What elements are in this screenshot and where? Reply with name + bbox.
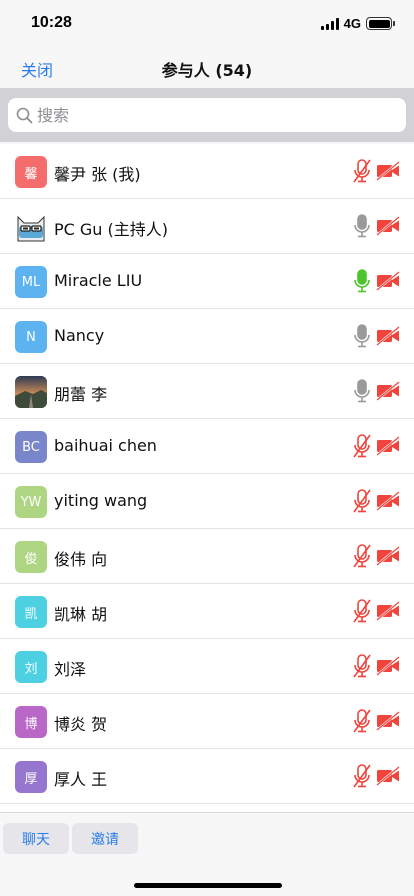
participant-name: 俊伟 向 <box>54 550 108 569</box>
avatar: 博 <box>15 706 47 738</box>
navigation-bar: 关闭 参与人 (54) <box>0 48 414 88</box>
video-off-icon[interactable] <box>376 271 400 291</box>
video-off-icon[interactable] <box>376 656 400 676</box>
participant-row[interactable]: YW yiting wang <box>0 474 414 529</box>
participant-row[interactable]: 凯凯琳 胡 <box>0 584 414 639</box>
mic-active-icon[interactable] <box>351 268 373 294</box>
video-off-icon[interactable] <box>376 601 400 621</box>
mic-muted-icon[interactable] <box>351 543 373 569</box>
participant-name: Nancy <box>54 326 105 345</box>
battery-icon <box>366 17 395 30</box>
participant-name: baihuai chen <box>54 436 157 455</box>
participant-name: 厚人 王 <box>54 770 108 789</box>
cellular-signal-icon <box>320 17 339 30</box>
participant-row[interactable]: 刘刘泽 <box>0 639 414 694</box>
search-bar <box>0 88 414 142</box>
participant-row[interactable]: 博博炎 贺 <box>0 694 414 749</box>
home-indicator <box>134 883 282 888</box>
status-icons: 4G <box>320 16 395 31</box>
participant-row[interactable]: 俊俊伟 向 <box>0 529 414 584</box>
participant-row[interactable]: 朋蕾 李 <box>0 364 414 419</box>
network-type: 4G <box>343 16 361 31</box>
search-field[interactable] <box>8 98 406 132</box>
close-button[interactable]: 关闭 <box>21 57 53 81</box>
mic-muted-icon[interactable] <box>351 433 373 459</box>
participant-name: 博炎 贺 <box>54 715 108 734</box>
mic-muted-icon[interactable] <box>351 708 373 734</box>
mic-icon[interactable] <box>351 323 373 349</box>
participant-row[interactable]: N Nancy <box>0 309 414 364</box>
video-off-icon[interactable] <box>376 546 400 566</box>
participant-name: 朋蕾 李 <box>54 385 108 404</box>
participant-name: 凯琳 胡 <box>54 605 108 624</box>
avatar: 馨 <box>15 156 47 188</box>
avatar <box>15 376 47 408</box>
avatar: N <box>15 321 47 353</box>
search-input[interactable] <box>37 105 397 125</box>
chat-button[interactable]: 聊天 <box>3 823 69 854</box>
page-title: 参与人 (54) <box>161 61 253 80</box>
avatar: YW <box>15 486 47 518</box>
avatar: 厚 <box>15 761 47 793</box>
video-off-icon[interactable] <box>376 436 400 456</box>
search-icon <box>16 107 33 123</box>
participant-name: 馨尹 张 (我) <box>54 165 141 184</box>
participant-row[interactable]: 厚厚人 王 <box>0 749 414 804</box>
participant-row[interactable]: PC Gu (主持人) <box>0 199 414 254</box>
status-time: 10:28 <box>31 14 72 31</box>
video-off-icon[interactable] <box>376 381 400 401</box>
avatar: BC <box>15 431 47 463</box>
avatar: ML <box>15 266 47 298</box>
participant-name: PC Gu (主持人) <box>54 220 169 239</box>
participant-name: Miracle LIU <box>54 271 143 290</box>
video-off-icon[interactable] <box>376 161 400 181</box>
mic-icon[interactable] <box>351 213 373 239</box>
mic-muted-icon[interactable] <box>351 598 373 624</box>
mic-muted-icon[interactable] <box>351 488 373 514</box>
avatar: 刘 <box>15 651 47 683</box>
invite-button[interactable]: 邀请 <box>72 823 138 854</box>
status-bar: 10:28 4G <box>0 0 414 48</box>
participant-name: yiting wang <box>54 491 148 510</box>
avatar <box>15 211 47 243</box>
avatar: 凯 <box>15 596 47 628</box>
participant-name: 刘泽 <box>54 660 87 679</box>
video-off-icon[interactable] <box>376 326 400 346</box>
video-off-icon[interactable] <box>376 216 400 236</box>
participant-list: 馨馨尹 张 (我) PC Gu (主持人) ML Miracle LIU N Nancy 朋… <box>0 144 414 812</box>
mic-muted-icon[interactable] <box>351 158 373 184</box>
participant-row[interactable]: 馨馨尹 张 (我) <box>0 144 414 199</box>
mic-muted-icon[interactable] <box>351 653 373 679</box>
mic-muted-icon[interactable] <box>351 763 373 789</box>
bottom-toolbar: 聊天 邀请 <box>0 812 414 896</box>
mic-icon[interactable] <box>351 378 373 404</box>
video-off-icon[interactable] <box>376 766 400 786</box>
avatar: 俊 <box>15 541 47 573</box>
video-off-icon[interactable] <box>376 711 400 731</box>
video-off-icon[interactable] <box>376 491 400 511</box>
participant-row[interactable]: BC baihuai chen <box>0 419 414 474</box>
participant-row[interactable]: ML Miracle LIU <box>0 254 414 309</box>
